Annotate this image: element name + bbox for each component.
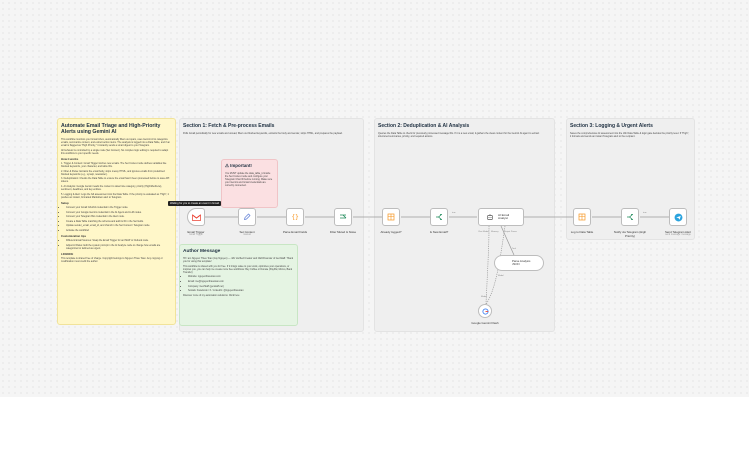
already-logged-node[interactable] xyxy=(382,208,400,226)
parse-fields-label: Parse Email Fields xyxy=(282,230,308,234)
edge-label-model: Model xyxy=(498,275,504,277)
edge-label-memory: Memory xyxy=(491,231,499,233)
email-trigger-node[interactable] xyxy=(187,208,205,226)
pencil-icon xyxy=(244,213,251,220)
edge-label-true: true xyxy=(452,212,456,214)
edge-label-chat-model: Chat Model xyxy=(478,231,489,233)
google-gemini-icon xyxy=(481,307,489,315)
filter-icon xyxy=(340,214,347,219)
connection xyxy=(485,225,490,305)
edge-label-true: true xyxy=(643,212,647,214)
ai-analyst-node[interactable]: AI Email Analyst xyxy=(478,208,524,226)
parse-analysis-label: Parse Analysis JSON xyxy=(512,258,531,266)
ai-analyst-label: AI Email Analyst xyxy=(498,212,510,220)
is-new-label: Is New Email? xyxy=(429,230,449,234)
parse-fields-node[interactable]: {} xyxy=(286,208,304,226)
send-alert-sub: send message: message xyxy=(665,234,691,236)
set-context-node[interactable] xyxy=(238,208,256,226)
edge-label-model: Model xyxy=(481,296,487,298)
email-trigger-sub: Gmail Trigger xyxy=(189,234,203,236)
notify-gate-label: Notify via Telegram (High Priority) xyxy=(613,230,647,238)
log-table-label: Log to Data Table xyxy=(570,230,594,234)
is-new-node[interactable] xyxy=(430,208,448,226)
if-branch-icon xyxy=(436,214,442,220)
table-icon xyxy=(387,213,395,221)
code-braces-icon: {} xyxy=(292,214,299,221)
filter-noise-label: Filter Muted & Noise xyxy=(329,230,357,234)
edge-label-tool: Tool xyxy=(512,248,516,250)
filter-noise-node[interactable] xyxy=(334,208,352,226)
if-branch-icon xyxy=(627,214,633,220)
connections-layer xyxy=(205,216,669,307)
trigger-tooltip: Waiting for you to create an event in Gm… xyxy=(168,201,221,206)
gmail-icon xyxy=(191,213,201,221)
gemini-label: Google Gemini Flash xyxy=(471,321,499,325)
robot-icon xyxy=(487,214,493,220)
table-icon xyxy=(578,213,586,221)
telegram-icon xyxy=(674,213,682,221)
gemini-node[interactable] xyxy=(478,304,492,318)
send-alert-node[interactable] xyxy=(669,208,687,226)
edge-label-output-parser: Output Parser xyxy=(504,231,517,233)
log-table-node[interactable] xyxy=(573,208,591,226)
notify-gate-node[interactable] xyxy=(621,208,639,226)
set-context-sub: manual xyxy=(243,234,251,236)
parse-analysis-node[interactable]: Parse Analysis JSON xyxy=(494,255,544,271)
svg-text:{}: {} xyxy=(292,214,299,221)
already-logged-label: Already logged? xyxy=(380,230,402,234)
